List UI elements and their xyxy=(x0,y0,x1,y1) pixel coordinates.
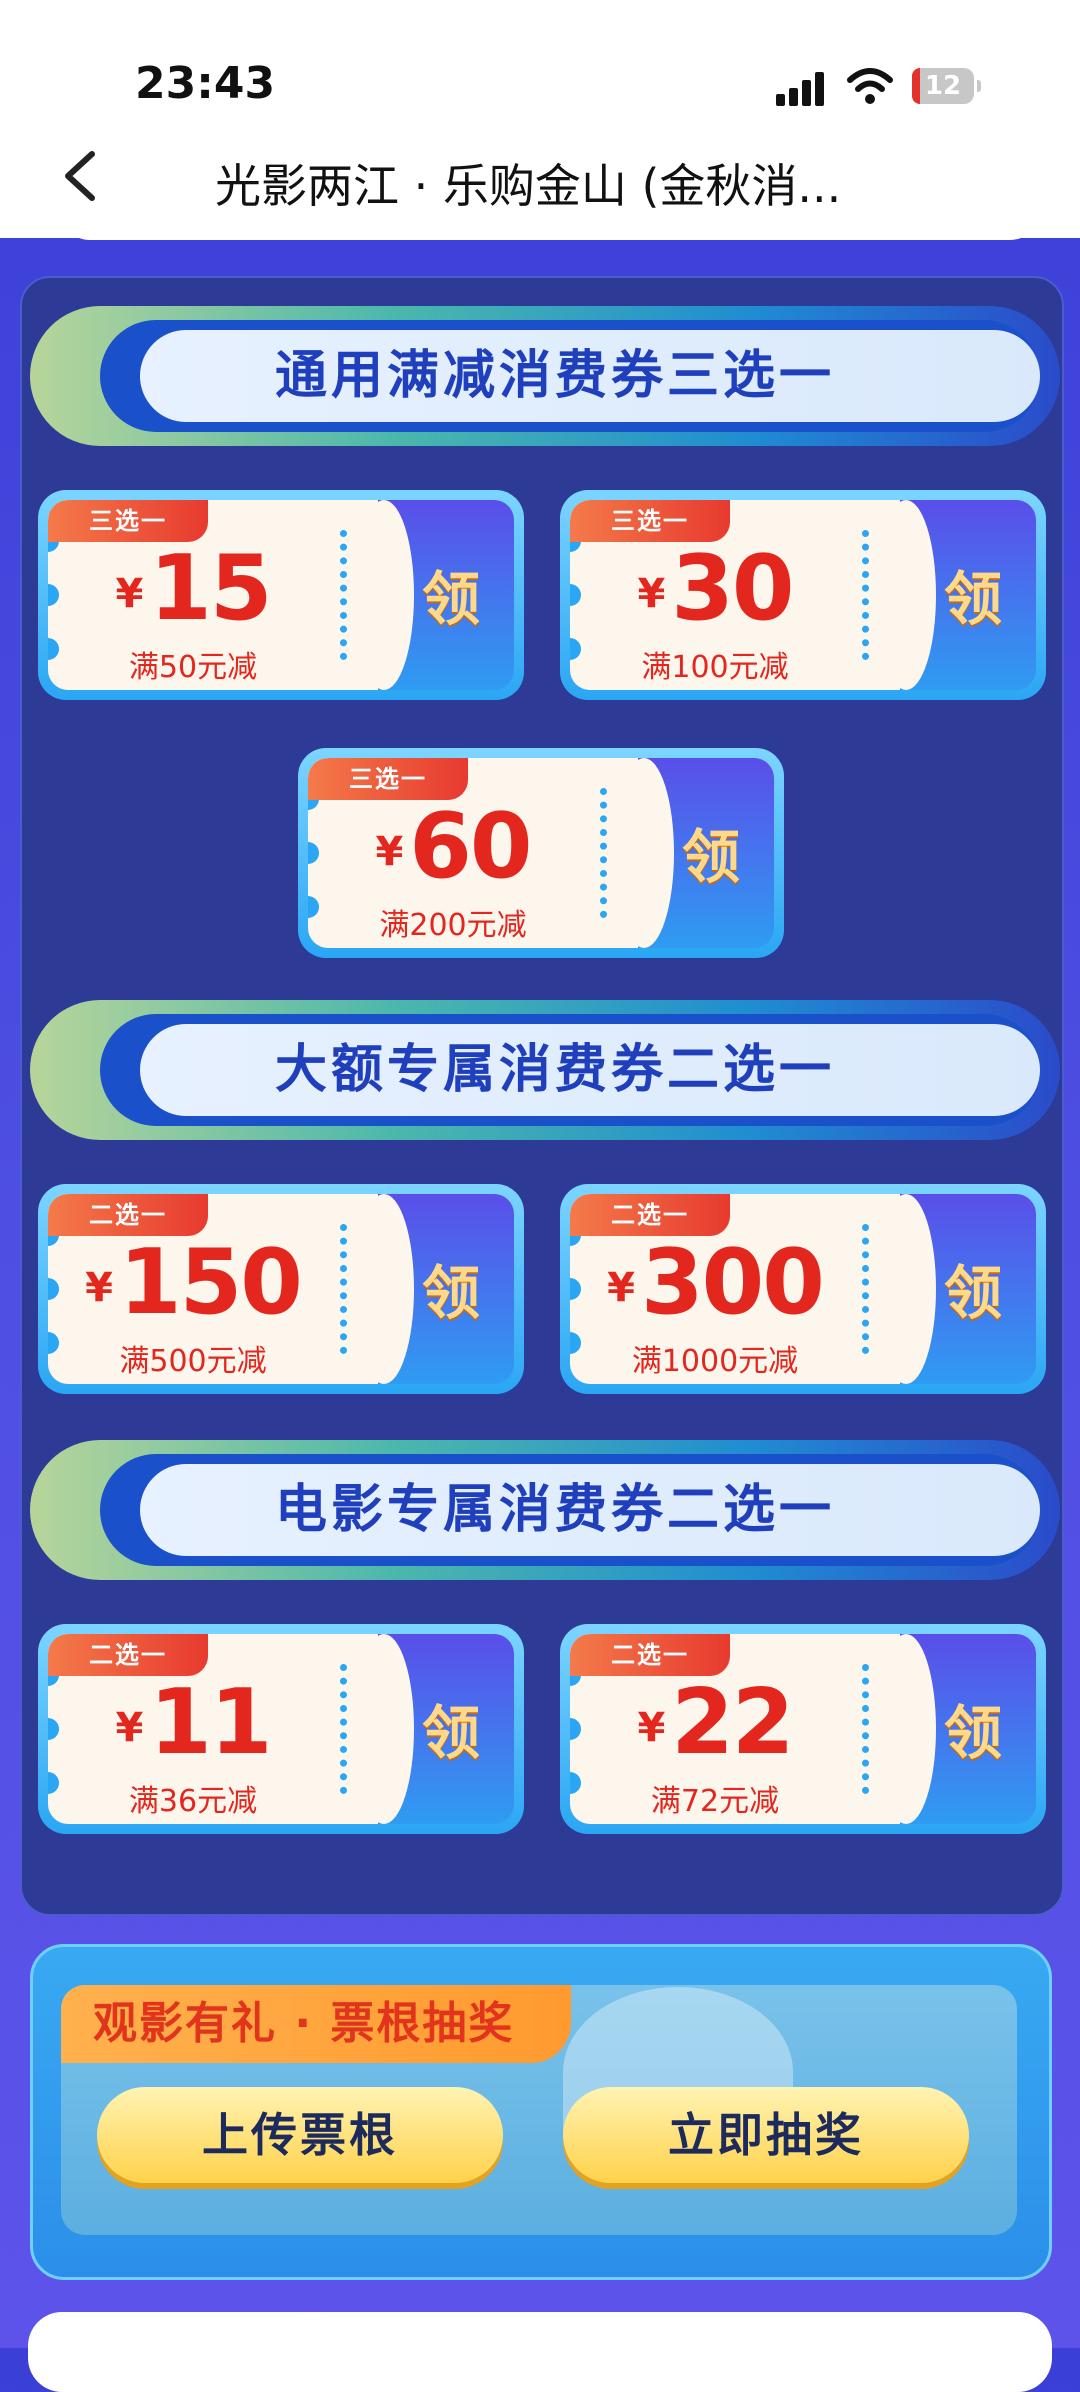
coupon-condition: 满200元减 xyxy=(379,908,527,943)
section-title: 大额专属消费券二选一 xyxy=(274,1040,835,1100)
status-time: 23:43 xyxy=(135,58,276,109)
header-card-edge xyxy=(60,210,1040,240)
coupon-card: 二选一 ¥150 满500元减 领 xyxy=(38,1184,524,1394)
section-title: 电影专属消费券二选一 xyxy=(274,1480,835,1540)
claim-button[interactable]: 领 xyxy=(354,1194,514,1384)
coupon-card: 二选一 ¥22 满72元减 领 xyxy=(560,1624,1046,1834)
coupon-card: 二选一 ¥11 满36元减 领 xyxy=(38,1624,524,1834)
coupon-condition: 满100元减 xyxy=(641,650,789,685)
coupon-condition: 满36元减 xyxy=(128,1784,258,1819)
section-banner-premium: 大额专属消费券二选一 xyxy=(30,1000,1060,1140)
coupon-condition: 满72元减 xyxy=(650,1784,780,1819)
coupon-amount: ¥15 xyxy=(115,536,272,641)
claim-button[interactable]: 领 xyxy=(876,500,1036,690)
top-bar: 23:43 12 光影两江 · 乐购金山 (金秋消... xyxy=(0,0,1080,238)
upload-ticket-button[interactable]: 上传票根 xyxy=(97,2087,503,2183)
coupon-card: 三选一 ¥30 满100元减 领 xyxy=(560,490,1046,700)
back-arrow-icon[interactable] xyxy=(60,148,100,204)
wifi-icon xyxy=(847,68,893,104)
coupon-amount: ¥60 xyxy=(375,794,532,899)
claim-button[interactable]: 领 xyxy=(876,1194,1036,1384)
coupon-condition: 满50元减 xyxy=(128,650,258,685)
coupon-amount: ¥30 xyxy=(637,536,794,641)
coupon-amount: ¥11 xyxy=(115,1670,272,1775)
coupon-amount: ¥150 xyxy=(85,1230,303,1335)
claim-button[interactable]: 领 xyxy=(876,1634,1036,1824)
section-banner-general: 通用满减消费券三选一 xyxy=(30,306,1060,446)
coupon-card: 三选一 ¥15 满50元减 领 xyxy=(38,490,524,700)
coupon-amount: ¥22 xyxy=(637,1670,794,1775)
page-title: 光影两江 · 乐购金山 (金秋消... xyxy=(215,159,842,213)
lottery-card: 观影有礼 · 票根抽奖 上传票根 立即抽奖 xyxy=(30,1944,1052,2280)
lottery-heading: 观影有礼 · 票根抽奖 xyxy=(61,1985,571,2063)
claim-button[interactable]: 领 xyxy=(354,500,514,690)
signal-icon xyxy=(776,70,830,106)
coupon-card: 三选一 ¥60 满200元减 领 xyxy=(298,748,784,958)
draw-now-button[interactable]: 立即抽奖 xyxy=(563,2087,969,2183)
coupon-condition: 满1000元减 xyxy=(631,1344,799,1379)
battery-icon: 12 xyxy=(912,68,981,104)
coupon-card: 二选一 ¥300 满1000元减 领 xyxy=(560,1184,1046,1394)
section-title: 通用满减消费券三选一 xyxy=(274,346,835,406)
coupon-amount: ¥300 xyxy=(607,1230,825,1335)
coupon-condition: 满500元减 xyxy=(119,1344,267,1379)
coupon-panel: 通用满减消费券三选一 三选一 ¥15 满50元减 领 三选一 ¥30 满100元… xyxy=(20,276,1064,1916)
claim-button[interactable]: 领 xyxy=(614,758,774,948)
next-section-card xyxy=(28,2312,1052,2392)
claim-button[interactable]: 领 xyxy=(354,1634,514,1824)
section-banner-movie: 电影专属消费券二选一 xyxy=(30,1440,1060,1580)
